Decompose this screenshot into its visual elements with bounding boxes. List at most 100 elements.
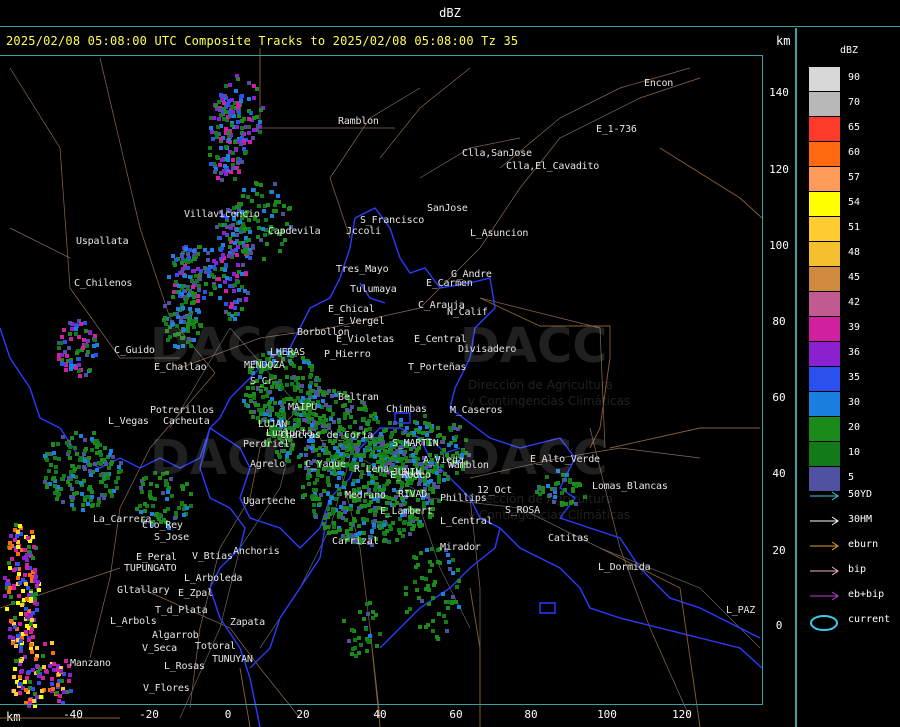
place-label: L_Vegas (108, 416, 149, 427)
track-arrow-icon (810, 491, 839, 501)
track-legend-item: 30HM (808, 513, 898, 529)
place-label: L_PAZ (726, 605, 756, 616)
legend-swatch (809, 442, 840, 466)
track-arrow-icon (810, 591, 839, 601)
plot-border (0, 55, 763, 705)
place-label: E_Lambert (380, 506, 433, 517)
place-label: N_Calif (447, 307, 488, 318)
place-label: Ugarteche (243, 496, 296, 507)
x-tick-label: 0 (224, 708, 232, 721)
x-tick-label: 100 (597, 708, 617, 721)
place-label: RIVAD (398, 489, 428, 500)
watermark-dacc: DACC (150, 318, 298, 374)
watermark-tagline: Dirección de Agricultura (468, 492, 613, 506)
legend-level-label: 60 (848, 147, 861, 158)
current-ellipse-icon (810, 615, 838, 631)
place-label: Manzano (70, 658, 111, 669)
y-tick-label: 80 (772, 315, 786, 328)
place-label: Cto_Rey (142, 520, 183, 531)
track-legend-label: eburn (848, 539, 879, 550)
watermark-dacc: DACC (460, 430, 608, 486)
place-label: L_Asuncion (470, 228, 529, 239)
place-label: T_d_Plata (155, 605, 208, 616)
place-label: S_Jose (154, 532, 189, 543)
place-label: Medrano (345, 490, 386, 501)
legend-swatch (809, 417, 840, 441)
x-tick-label: -40 (63, 708, 83, 721)
track-legend-item: 50YD (808, 488, 898, 504)
place-label: Villavicencio (184, 209, 260, 220)
track-arrow-icon (810, 541, 839, 551)
place-label: Capdevila (268, 226, 321, 237)
legend-level-label: 54 (848, 197, 861, 208)
place-label: E_Carmen (426, 278, 473, 289)
watermark-tagline: y Contingencias Climáticas (468, 508, 631, 522)
place-label: P_Hierro (324, 349, 371, 360)
legend-swatch (809, 167, 840, 191)
watermark-dacc: DACC (150, 430, 298, 486)
legend-level-label: 20 (848, 422, 861, 433)
track-arrow-icon (810, 516, 839, 526)
place-label: Potrerillos (150, 405, 215, 416)
legend-title: dBZ (840, 45, 859, 56)
legend-level-label: 65 (848, 122, 861, 133)
track-legend-label: bip (848, 564, 867, 575)
y-tick-label: 120 (769, 163, 789, 176)
place-label: Tres_Mayo (336, 264, 389, 275)
x-tick-label: 20 (296, 708, 310, 721)
watermark-tagline: Dirección de Agricultura (468, 378, 613, 392)
place-label: L_Arbols (110, 616, 157, 627)
place-label: Mirador (440, 542, 481, 553)
place-label: Uspallata (76, 236, 129, 247)
place-label: SanJose (427, 203, 468, 214)
y-tick-label: 140 (769, 86, 789, 99)
legend-level-label: 51 (848, 222, 861, 233)
place-label: L_Rosas (164, 661, 205, 672)
place-label: E_Peral (136, 552, 177, 563)
track-legend-label: current (848, 614, 891, 625)
x-tick-label: 40 (373, 708, 387, 721)
top-bar: dBZ (0, 0, 900, 27)
y-tick-label: 20 (772, 544, 786, 557)
place-label: Cacheuta (163, 416, 210, 427)
place-label: E_Vergel (338, 316, 385, 327)
legend-level-label: 36 (848, 347, 861, 358)
legend-swatch (809, 292, 840, 316)
y-tick-label: 60 (772, 391, 786, 404)
x-tick-label: -20 (139, 708, 159, 721)
legend-level-label: 35 (848, 372, 861, 383)
legend-swatch (809, 267, 840, 291)
legend-swatch (809, 217, 840, 241)
legend-level-label: 70 (848, 97, 861, 108)
place-label: S_MARTIN (392, 438, 439, 449)
place-label: Jccoli (346, 226, 381, 237)
place-label: Zapata (230, 617, 265, 628)
track-legend-item: eburn (808, 538, 898, 554)
legend-swatch (809, 367, 840, 391)
place-label: Totoral (195, 641, 236, 652)
place-label: Carrizal (332, 536, 379, 547)
place-label: Anchoris (233, 546, 280, 557)
place-label: Ramblon (338, 116, 379, 127)
place-label: E_Zpal (178, 588, 213, 599)
legend-swatch (809, 67, 840, 91)
place-label: C_Yaque (305, 459, 346, 470)
place-label: Encon (644, 78, 674, 89)
track-legend-item: bip (808, 563, 898, 579)
place-label: Clla,SanJose (462, 148, 532, 159)
place-label: S_Francisco (360, 215, 425, 226)
place-label: V_Btias (192, 551, 233, 562)
place-label: L_Dormida (598, 562, 651, 573)
place-label: V_Flores (143, 683, 190, 694)
legend-level-label: 39 (848, 322, 861, 333)
legend-swatch (809, 242, 840, 266)
watermark-tagline: y Contingencias Climáticas (468, 394, 631, 408)
legend-swatch (809, 317, 840, 341)
unit-title: dBZ (439, 6, 461, 20)
place-label: C_Guido (114, 345, 155, 356)
legend-level-label: 48 (848, 247, 861, 258)
legend-swatch (809, 392, 840, 416)
legend-swatch (809, 142, 840, 166)
x-tick-label: 120 (672, 708, 692, 721)
track-legend-item: current (808, 613, 898, 631)
